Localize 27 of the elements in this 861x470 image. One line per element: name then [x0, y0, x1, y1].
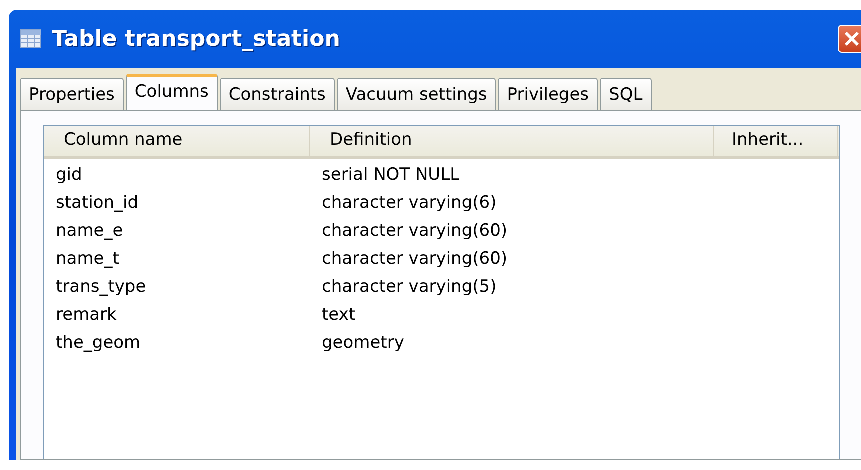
table-cell-text: geometry: [321, 332, 406, 355]
table-cell-text: character varying(6): [321, 192, 498, 215]
table-cell-text: serial NOT NULL: [321, 164, 461, 187]
column-header[interactable]: Definition: [310, 126, 714, 156]
close-icon: [843, 30, 861, 48]
table-cell-text: text: [321, 304, 357, 327]
tab[interactable]: Privileges: [498, 78, 598, 110]
close-button[interactable]: [838, 25, 861, 53]
table-cell-text: character varying(60): [321, 248, 509, 271]
table-cell-text: name_t: [55, 248, 120, 271]
table-cell-text: trans_type: [55, 276, 148, 299]
tab[interactable]: Properties: [20, 78, 124, 110]
tab[interactable]: Vacuum settings: [336, 78, 496, 110]
column-header[interactable]: Inherit...: [714, 126, 838, 156]
table-cell-text: gid: [55, 164, 84, 187]
table-cell-text: character varying(60): [321, 220, 509, 243]
window-title: Table transport_station: [52, 26, 340, 52]
tab[interactable]: Constraints: [220, 78, 335, 110]
table-cell-text: the_geom: [55, 332, 142, 355]
tab[interactable]: Columns: [126, 74, 218, 110]
table-cell-text: name_e: [55, 220, 124, 243]
table-cell-text: character varying(5): [321, 276, 498, 299]
column-header[interactable]: Column name: [44, 126, 310, 156]
table-cell-text: station_id: [55, 192, 140, 215]
tab[interactable]: SQL: [600, 78, 652, 110]
table-icon: [20, 29, 42, 49]
table-cell-text: remark: [55, 304, 118, 327]
